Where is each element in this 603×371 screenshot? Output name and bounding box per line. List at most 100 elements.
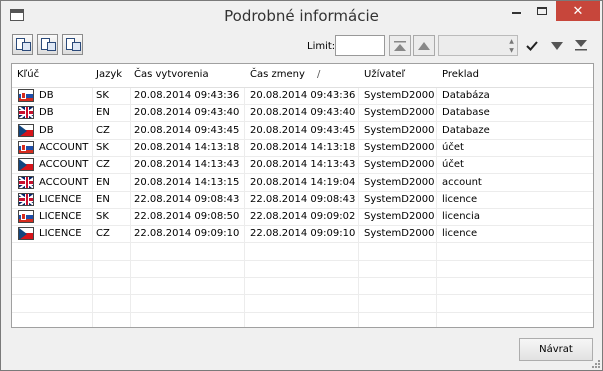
toolbar: Limit: ▲ ▼ [1,34,602,60]
spin-down-icon[interactable]: ▼ [507,46,516,55]
export-icon[interactable] [12,34,33,55]
translation-cell: licencia [442,211,480,223]
user-cell: SystemD2000 [364,124,435,136]
table-row[interactable]: LICENCE SK 22.08.2014 09:08:50 22.08.2014 0… [12,209,593,227]
czech-flag-icon [18,227,34,241]
resize-grip[interactable] [591,359,601,369]
changed-cell: 20.08.2014 14:19:04 [250,176,356,188]
next-page-button[interactable] [546,35,568,56]
language-cell: EN [96,176,110,188]
translation-cell: account [442,176,482,188]
details-window: Podrobné informácie ✕ Limit: ▲ ▼ Kľúč Ja… [0,0,603,371]
language-cell: EN [96,107,110,119]
column-header-key[interactable]: Kľúč [17,69,39,80]
language-cell: SK [96,90,109,101]
user-cell: SystemD2000 [364,141,435,153]
changed-cell: 22.08.2014 09:09:02 [250,211,356,223]
language-cell: SK [96,141,109,153]
apply-button[interactable] [521,35,543,56]
uk-flag-icon [18,175,34,189]
language-cell: CZ [96,124,110,136]
user-cell: SystemD2000 [364,176,435,188]
created-cell: 20.08.2014 09:43:40 [134,107,240,119]
table-row[interactable]: DB EN 20.08.2014 09:43:40 20.08.2014 09:43:… [12,105,593,123]
changed-cell: 20.08.2014 14:13:43 [250,159,356,171]
back-button[interactable]: Návrat [519,338,593,361]
first-page-button[interactable] [389,35,411,56]
key-cell: ACCOUNT [39,176,89,188]
key-cell: ACCOUNT [39,141,89,153]
minimize-button[interactable] [503,1,529,21]
key-cell: LICENCE [39,211,82,223]
slovak-flag-icon [18,140,34,154]
table-row[interactable]: ACCOUNT SK 20.08.2014 14:13:18 20.08.2014 1… [12,140,593,157]
last-page-icon [575,40,587,51]
page-number-field[interactable]: ▲ ▼ [438,35,518,56]
changed-cell: 20.08.2014 09:43:36 [250,90,356,101]
created-cell: 22.08.2014 09:09:10 [134,228,240,240]
previous-page-button[interactable] [413,35,435,56]
changed-cell: 22.08.2014 09:08:43 [250,193,356,205]
column-header-changed[interactable]: Čas zmeny [250,69,305,80]
created-cell: 20.08.2014 14:13:15 [134,176,240,188]
translation-cell: licence [442,228,478,240]
spin-up-icon[interactable]: ▲ [507,37,516,46]
slovak-flag-icon [18,89,34,102]
translation-cell: účet [442,159,464,171]
key-cell: DB [39,124,54,136]
maximize-icon [537,7,547,15]
key-cell: ACCOUNT [39,159,89,171]
changed-cell: 20.08.2014 09:43:40 [250,107,356,119]
empty-row [12,278,593,296]
table-row[interactable]: ACCOUNT EN 20.08.2014 14:13:15 20.08.2014 1… [12,175,593,192]
limit-input[interactable] [335,35,385,56]
changed-cell: 20.08.2014 14:13:18 [250,141,356,153]
created-cell: 22.08.2014 09:08:43 [134,193,240,205]
export-selected-icon[interactable] [37,34,58,55]
table-row[interactable]: ACCOUNT CZ 20.08.2014 14:13:43 20.08.2014 1… [12,157,593,175]
czech-flag-icon [18,158,34,172]
key-cell: DB [39,90,54,101]
last-page-button[interactable] [570,35,592,56]
minimize-icon [511,12,521,14]
user-cell: SystemD2000 [364,193,435,205]
copy-icon[interactable] [62,34,83,55]
maximize-button[interactable] [529,1,555,21]
details-table: Kľúč Jazyk Čas vytvorenia Čas zmeny / Už… [11,63,594,328]
table-row[interactable]: DB CZ 20.08.2014 09:43:45 20.08.2014 09:43:… [12,123,593,140]
changed-cell: 22.08.2014 09:09:10 [250,228,356,240]
language-cell: CZ [96,159,110,171]
uk-flag-icon [18,192,34,206]
column-header-language[interactable]: Jazyk [96,69,122,80]
created-cell: 20.08.2014 14:13:18 [134,141,240,153]
translation-cell: Database [442,107,490,119]
key-cell: DB [39,107,54,119]
changed-cell: 20.08.2014 09:43:45 [250,124,356,136]
created-cell: 20.08.2014 09:43:45 [134,124,240,136]
up-arrow-icon [418,41,430,50]
column-header-created[interactable]: Čas vytvorenia [134,69,209,80]
user-cell: SystemD2000 [364,107,435,119]
table-row[interactable]: DB SK 20.08.2014 09:43:36 20.08.2014 09:43:… [12,88,593,105]
table-header: Kľúč Jazyk Čas vytvorenia Čas zmeny / Už… [12,64,593,88]
key-cell: LICENCE [39,228,82,240]
table-row[interactable]: LICENCE CZ 22.08.2014 09:09:10 22.08.2014 0… [12,226,593,244]
user-cell: SystemD2000 [364,90,435,101]
column-header-translation[interactable]: Preklad [442,69,479,80]
translation-cell: licence [442,193,478,205]
empty-row [12,261,593,278]
table-row[interactable]: LICENCE EN 22.08.2014 09:08:43 22.08.2014 0… [12,192,593,209]
empty-row [12,244,593,261]
uk-flag-icon [18,106,34,120]
user-cell: SystemD2000 [364,228,435,240]
czech-flag-icon [18,123,34,137]
slovak-flag-icon [18,210,34,224]
empty-row [12,296,593,313]
translation-cell: účet [442,141,464,153]
created-cell: 20.08.2014 09:43:36 [134,90,240,101]
language-cell: EN [96,193,110,205]
limit-label: Limit: [307,41,336,52]
column-header-user[interactable]: Užívateľ [364,69,405,80]
created-cell: 20.08.2014 14:13:43 [134,159,240,171]
close-button[interactable]: ✕ [556,1,600,21]
